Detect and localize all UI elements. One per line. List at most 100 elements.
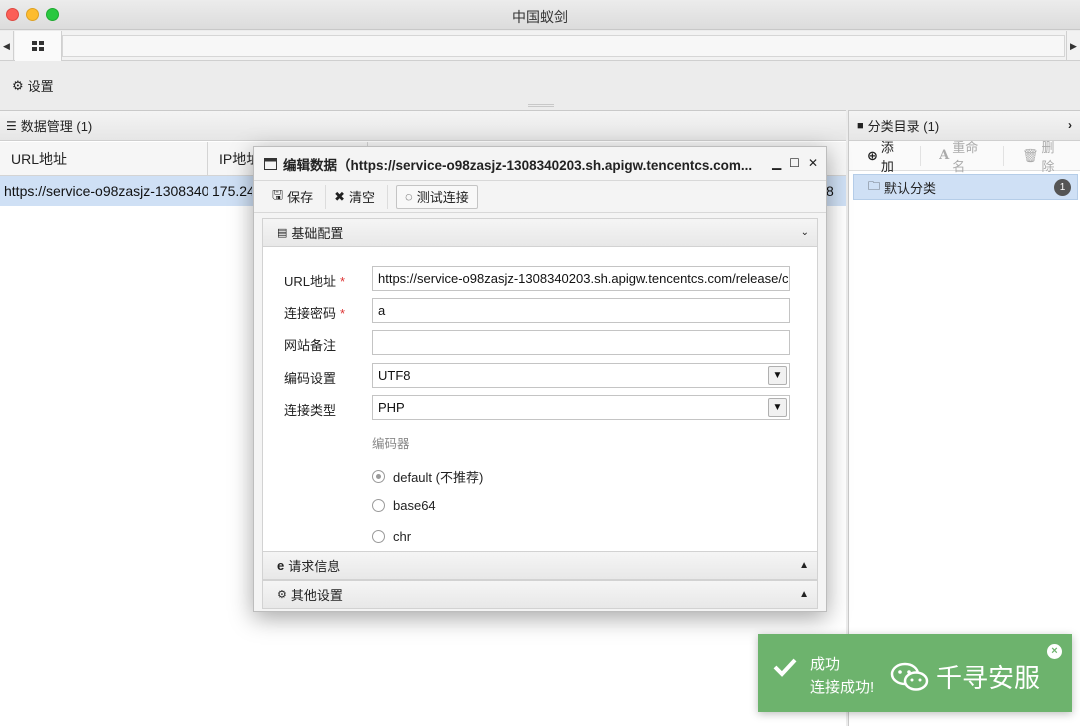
plus-circle-icon: ⊕ <box>867 147 878 163</box>
pane-splitter-handle[interactable] <box>528 104 554 107</box>
spinner-icon: ◌ <box>405 189 413 204</box>
category-count-badge: 1 <box>1054 179 1071 196</box>
tab-home[interactable] <box>15 31 62 61</box>
basic-config-section-header[interactable]: ▤ 基础配置 ⌄ <box>262 218 818 247</box>
encoder-label: 编码器 <box>372 437 410 451</box>
other-settings-label: 其他设置 <box>290 588 343 603</box>
encoder-option-label: default (不推荐) <box>393 470 484 485</box>
window-title: 中国蚁剑 <box>512 9 568 25</box>
password-row: 连接密码 * a <box>263 298 817 324</box>
basic-config-body: URL地址 * https://service-o98zasjz-13083402… <box>262 247 818 551</box>
url-input[interactable]: https://service-o98zasjz-1308340203.sh.a… <box>372 266 790 291</box>
request-info-section-header[interactable]: e 请求信息 ▲ <box>262 551 818 580</box>
dialog-title-bar[interactable]: 编辑数据（https://service-o98zasjz-1308340203… <box>254 147 826 181</box>
trash-icon: 🗑 <box>1021 147 1039 163</box>
check-icon <box>773 658 797 677</box>
chevron-down-icon: ▼ <box>768 366 787 385</box>
type-value: PHP <box>378 400 405 415</box>
close-icon[interactable]: ✕ <box>808 156 818 170</box>
encoding-select[interactable]: UTF8 ▼ <box>372 363 790 388</box>
settings-toolbar: ⚙ 设置 <box>0 62 1080 107</box>
maximize-icon[interactable]: ☐ <box>789 156 800 170</box>
test-connection-button[interactable]: ◌ 测试连接 <box>396 184 478 209</box>
data-panel-title: 数据管理 (1) <box>20 119 93 134</box>
type-select[interactable]: PHP ▼ <box>372 395 790 420</box>
chevron-down-icon: ▼ <box>768 398 787 417</box>
chevron-right-icon[interactable]: › <box>1068 118 1072 132</box>
add-category-button[interactable]: ⊕ 添加 <box>849 140 922 174</box>
chevron-down-icon: ⌄ <box>800 227 809 238</box>
settings-button[interactable]: ⚙ 设置 <box>12 76 54 95</box>
wechat-icon <box>890 662 929 691</box>
x-icon: ✖ <box>334 188 345 204</box>
note-input[interactable] <box>372 330 790 355</box>
folder-outline-icon: 🗀 <box>868 178 881 193</box>
tab-scroll-left-icon[interactable]: ◀ <box>0 31 14 61</box>
radio-icon <box>372 470 385 483</box>
window-icon <box>264 157 277 170</box>
clear-label: 清空 <box>349 190 376 205</box>
data-panel-header: ☰ 数据管理 (1) <box>0 111 846 141</box>
rename-category-button[interactable]: A 重命名 <box>921 140 1004 174</box>
watermark-text: 千寻安服 <box>936 664 1041 694</box>
category-item-name: 默认分类 <box>884 180 937 196</box>
row-ip: 175.24 <box>212 183 252 199</box>
encoder-option-chr[interactable]: chr <box>372 529 411 544</box>
encoding-value: UTF8 <box>378 368 411 383</box>
watermark: 千寻安服 <box>890 658 1040 695</box>
type-label: 连接类型 <box>284 403 337 418</box>
toast-close-icon[interactable]: × <box>1047 644 1062 659</box>
radio-icon <box>372 499 385 512</box>
browser-icon: e <box>277 558 285 573</box>
save-button[interactable]: 🖫 保存 <box>264 184 327 209</box>
category-panel-header: ■ 分类目录 (1) › <box>849 111 1080 141</box>
password-input[interactable]: a <box>372 298 790 323</box>
toast-title: 成功 <box>810 656 841 673</box>
other-settings-section-header[interactable]: ⚙ 其他设置 ▲ <box>262 580 818 609</box>
url-row: URL地址 * https://service-o98zasjz-13083402… <box>263 266 817 292</box>
cogs-icon: ⚙ <box>277 589 287 601</box>
delete-category-button[interactable]: 🗑 删除 <box>1004 140 1080 174</box>
add-label: 添加 <box>880 139 894 174</box>
tab-scroll-right-icon[interactable]: ▶ <box>1066 31 1080 61</box>
radio-icon <box>372 530 385 543</box>
encoder-option-label: base64 <box>393 498 436 513</box>
type-row: 连接类型 PHP ▼ <box>263 395 817 421</box>
encoding-row: 编码设置 UTF8 ▼ <box>263 363 817 389</box>
chevron-up-icon: ▲ <box>799 560 809 571</box>
category-toolbar: ⊕ 添加 A 重命名 🗑 删除 <box>849 140 1080 174</box>
chevron-up-icon: ▲ <box>799 589 809 600</box>
basic-config-label: 基础配置 <box>291 226 344 241</box>
floppy-icon: 🖫 <box>272 186 284 202</box>
column-url[interactable]: URL地址 <box>0 142 208 176</box>
password-label: 连接密码 <box>284 306 337 321</box>
gear-icon: ⚙ <box>12 77 24 93</box>
delete-label: 删除 <box>1041 139 1055 174</box>
encoder-option-base64[interactable]: base64 <box>372 498 436 513</box>
request-info-label: 请求信息 <box>288 559 341 574</box>
encoder-option-default[interactable]: default (不推荐) <box>372 467 483 486</box>
encoding-label: 编码设置 <box>284 371 337 386</box>
toast-message: 连接成功! <box>810 679 875 696</box>
test-label: 测试连接 <box>416 190 469 205</box>
note-label: 网站备注 <box>284 338 337 353</box>
settings-label: 设置 <box>27 79 54 94</box>
minimize-icon[interactable]: ▁ <box>772 156 781 170</box>
tab-strip: ◀ ▶ <box>0 31 1080 61</box>
rename-label: 重命名 <box>952 139 979 174</box>
folder-icon: ■ <box>857 119 864 132</box>
encoder-option-label: chr <box>393 529 412 544</box>
edit-data-dialog: 编辑数据（https://service-o98zasjz-1308340203… <box>253 146 827 612</box>
clear-button[interactable]: ✖ 清空 <box>326 184 389 209</box>
category-item[interactable]: 🗀 默认分类 1 <box>853 174 1078 200</box>
dialog-toolbar: 🖫 保存 ✖ 清空 ◌ 测试连接 <box>254 181 826 213</box>
font-icon: A <box>939 148 950 163</box>
required-mark: * <box>340 306 346 321</box>
category-panel-title: 分类目录 (1) <box>867 119 940 134</box>
note-row: 网站备注 <box>263 330 817 356</box>
save-label: 保存 <box>287 190 314 205</box>
grid-icon <box>32 41 44 51</box>
list-icon: ☰ <box>6 118 17 133</box>
url-label: URL地址 <box>284 274 337 289</box>
file-icon: ▤ <box>277 227 288 239</box>
